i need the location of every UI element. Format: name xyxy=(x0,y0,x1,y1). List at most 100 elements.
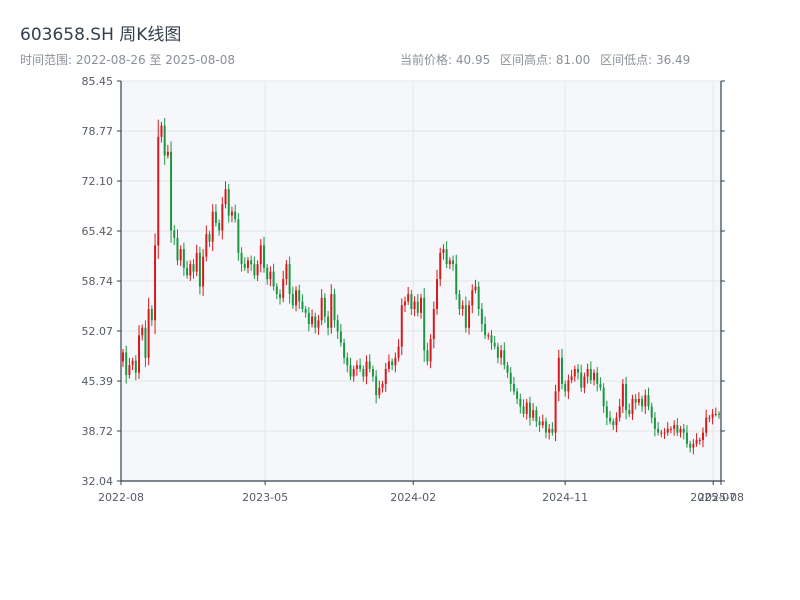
x-tick-label: 2025-08 xyxy=(698,491,744,504)
candle-body xyxy=(426,350,429,362)
candle-body xyxy=(198,252,201,287)
candle-body xyxy=(234,211,237,220)
candle-body xyxy=(484,324,487,336)
y-tick-label: 38.72 xyxy=(82,425,114,438)
candle-body xyxy=(685,432,688,444)
candle-body xyxy=(490,335,493,343)
candle-body xyxy=(708,417,711,419)
candle-body xyxy=(173,230,176,238)
x-tick-label: 2023-05 xyxy=(242,491,288,504)
x-tick-label: 2024-02 xyxy=(390,491,436,504)
candlestick-chart: 32.04 38.72 45.39 52.07 58.74 65.42 72.10 78.77… xyxy=(82,75,744,504)
candle-body xyxy=(445,249,448,265)
candle-body xyxy=(471,290,474,306)
candle-body xyxy=(711,413,714,418)
candle-body xyxy=(596,372,599,384)
candle-body xyxy=(522,406,525,414)
candle-body xyxy=(669,428,672,430)
candle-body xyxy=(673,425,676,429)
candle-body xyxy=(458,294,461,310)
candle-body xyxy=(214,211,217,223)
candle-body xyxy=(131,360,134,366)
candle-body xyxy=(189,264,192,276)
candle-body xyxy=(311,316,314,325)
candle-body xyxy=(705,417,708,433)
candle-body xyxy=(605,406,608,418)
y-tick-label: 32.04 xyxy=(82,475,114,488)
candle-body xyxy=(256,264,259,276)
candle-body xyxy=(570,376,573,381)
candle-body xyxy=(676,425,679,433)
candle-body xyxy=(698,440,701,442)
candle-body xyxy=(602,387,605,407)
candle-body xyxy=(371,368,374,377)
candle-body xyxy=(625,383,628,411)
candle-body xyxy=(634,398,637,403)
candle-body xyxy=(359,365,362,369)
y-tick-label: 52.07 xyxy=(82,325,114,338)
candle xyxy=(154,233,157,335)
candle-body xyxy=(413,301,416,310)
candle-body xyxy=(304,309,307,313)
y-tick-label: 65.42 xyxy=(82,225,114,238)
candle-body xyxy=(208,234,211,242)
candle-body xyxy=(230,211,233,216)
candle-body xyxy=(134,360,137,373)
candle-body xyxy=(416,301,419,313)
candle-body xyxy=(618,406,621,418)
candle-body xyxy=(593,372,596,381)
candle-body xyxy=(141,327,144,336)
candle-body xyxy=(538,421,541,426)
candle-body xyxy=(718,413,720,415)
candle-body xyxy=(516,391,519,399)
candle-body xyxy=(644,395,647,407)
candle-body xyxy=(355,365,358,369)
candle-body xyxy=(192,264,195,272)
candle-body xyxy=(243,264,246,268)
candle-body xyxy=(660,432,663,434)
candle-body xyxy=(589,368,592,381)
candle-body xyxy=(436,279,439,310)
candle-body xyxy=(541,421,544,426)
candle xyxy=(157,119,160,259)
candle-body xyxy=(323,297,326,317)
candle-body xyxy=(557,357,560,392)
candle-body xyxy=(166,151,169,156)
candle-body xyxy=(330,294,333,328)
candle-body xyxy=(391,361,394,366)
candle-body xyxy=(567,380,570,392)
candle-body xyxy=(509,372,512,384)
candle-body xyxy=(714,413,717,415)
candle-body xyxy=(650,406,653,418)
candle-body xyxy=(160,125,163,137)
candle-body xyxy=(295,290,298,306)
candle xyxy=(170,141,173,243)
candle-body xyxy=(442,249,445,253)
candle-body xyxy=(368,361,371,369)
candle-body xyxy=(480,309,483,325)
candle-body xyxy=(535,410,538,422)
y-tick-label: 58.74 xyxy=(82,275,114,288)
candle-body xyxy=(279,294,282,298)
candle-body xyxy=(525,402,528,414)
candle-body xyxy=(179,249,182,261)
candle-body xyxy=(615,417,618,426)
candle-body xyxy=(349,365,352,377)
candle-body xyxy=(455,264,458,295)
candle-body xyxy=(544,421,547,433)
candle-body xyxy=(176,237,179,261)
candle-body xyxy=(387,361,390,369)
candle-body xyxy=(128,365,131,375)
candle-body xyxy=(577,368,580,373)
candle-body xyxy=(461,305,464,310)
candle-body xyxy=(327,316,330,328)
y-tick-label: 85.45 xyxy=(82,75,114,88)
candle-body xyxy=(195,252,198,272)
candle-body xyxy=(333,294,336,321)
candle-body xyxy=(464,305,467,328)
candle-body xyxy=(285,264,288,280)
candle-body xyxy=(477,286,480,310)
candle-body xyxy=(352,368,355,377)
candle-body xyxy=(275,286,278,295)
candle-body xyxy=(496,346,499,358)
